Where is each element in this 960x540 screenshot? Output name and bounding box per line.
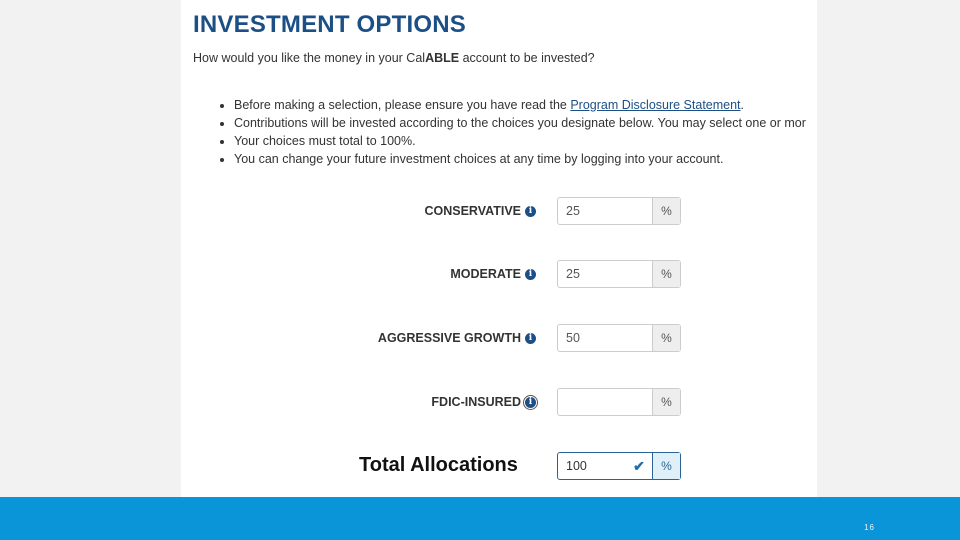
total-allocations-label: Total Allocations xyxy=(359,454,518,476)
info-icon[interactable]: i xyxy=(525,332,536,344)
list-item: You can change your future investment ch… xyxy=(234,150,806,168)
moderate-input-group: % xyxy=(557,260,681,288)
percent-addon: % xyxy=(652,453,680,479)
moderate-label: MODERATE i xyxy=(450,260,536,288)
instructions-list: Before making a selection, please ensure… xyxy=(219,96,806,168)
question-post: account to be invested? xyxy=(459,51,595,65)
info-icon[interactable]: i xyxy=(523,394,538,410)
conservative-input-group: % xyxy=(557,197,681,225)
fdic-insured-input-group: % xyxy=(557,388,681,416)
conservative-label: CONSERVATIVE i xyxy=(424,197,536,225)
percent-addon: % xyxy=(652,325,680,351)
total-input-group: ✔ % xyxy=(557,452,681,480)
check-icon: ✔ xyxy=(633,457,645,474)
fdic-insured-label-text: FDIC-INSURED xyxy=(431,395,521,409)
list-item: Contributions will be invested according… xyxy=(234,114,806,132)
info-icon[interactable]: i xyxy=(525,268,536,280)
question-text: How would you like the money in your Cal… xyxy=(193,51,595,65)
list-item: Your choices must total to 100%. xyxy=(234,132,806,150)
bullet-1-pre: Before making a selection, please ensure… xyxy=(234,98,571,112)
program-disclosure-link[interactable]: Program Disclosure Statement xyxy=(570,98,740,112)
aggressive-growth-input-group: % xyxy=(557,324,681,352)
percent-addon: % xyxy=(652,198,680,224)
list-item: Before making a selection, please ensure… xyxy=(234,96,806,114)
info-icon[interactable]: i xyxy=(525,205,536,217)
conservative-label-text: CONSERVATIVE xyxy=(424,204,521,218)
aggressive-growth-label: AGGRESSIVE GROWTH i xyxy=(378,324,536,352)
aggressive-growth-percent-input[interactable] xyxy=(558,325,652,351)
percent-addon: % xyxy=(652,389,680,415)
footer-bar xyxy=(0,497,960,540)
question-bold: ABLE xyxy=(425,51,460,65)
page-number: 16 xyxy=(864,523,875,532)
question-pre: How would you like the money in your Cal xyxy=(193,51,426,65)
aggressive-growth-label-text: AGGRESSIVE GROWTH xyxy=(377,331,521,345)
fdic-insured-label: FDIC-INSURED i xyxy=(431,388,538,416)
page-title: INVESTMENT OPTIONS xyxy=(193,11,466,38)
moderate-percent-input[interactable] xyxy=(558,261,652,287)
total-allocations-input xyxy=(558,453,626,479)
conservative-percent-input[interactable] xyxy=(558,198,652,224)
fdic-insured-percent-input[interactable] xyxy=(558,389,652,415)
moderate-label-text: MODERATE xyxy=(450,267,521,281)
investment-options-panel: INVESTMENT OPTIONS How would you like th… xyxy=(181,0,817,497)
bullet-1-post: . xyxy=(740,98,745,112)
percent-addon: % xyxy=(652,261,680,287)
